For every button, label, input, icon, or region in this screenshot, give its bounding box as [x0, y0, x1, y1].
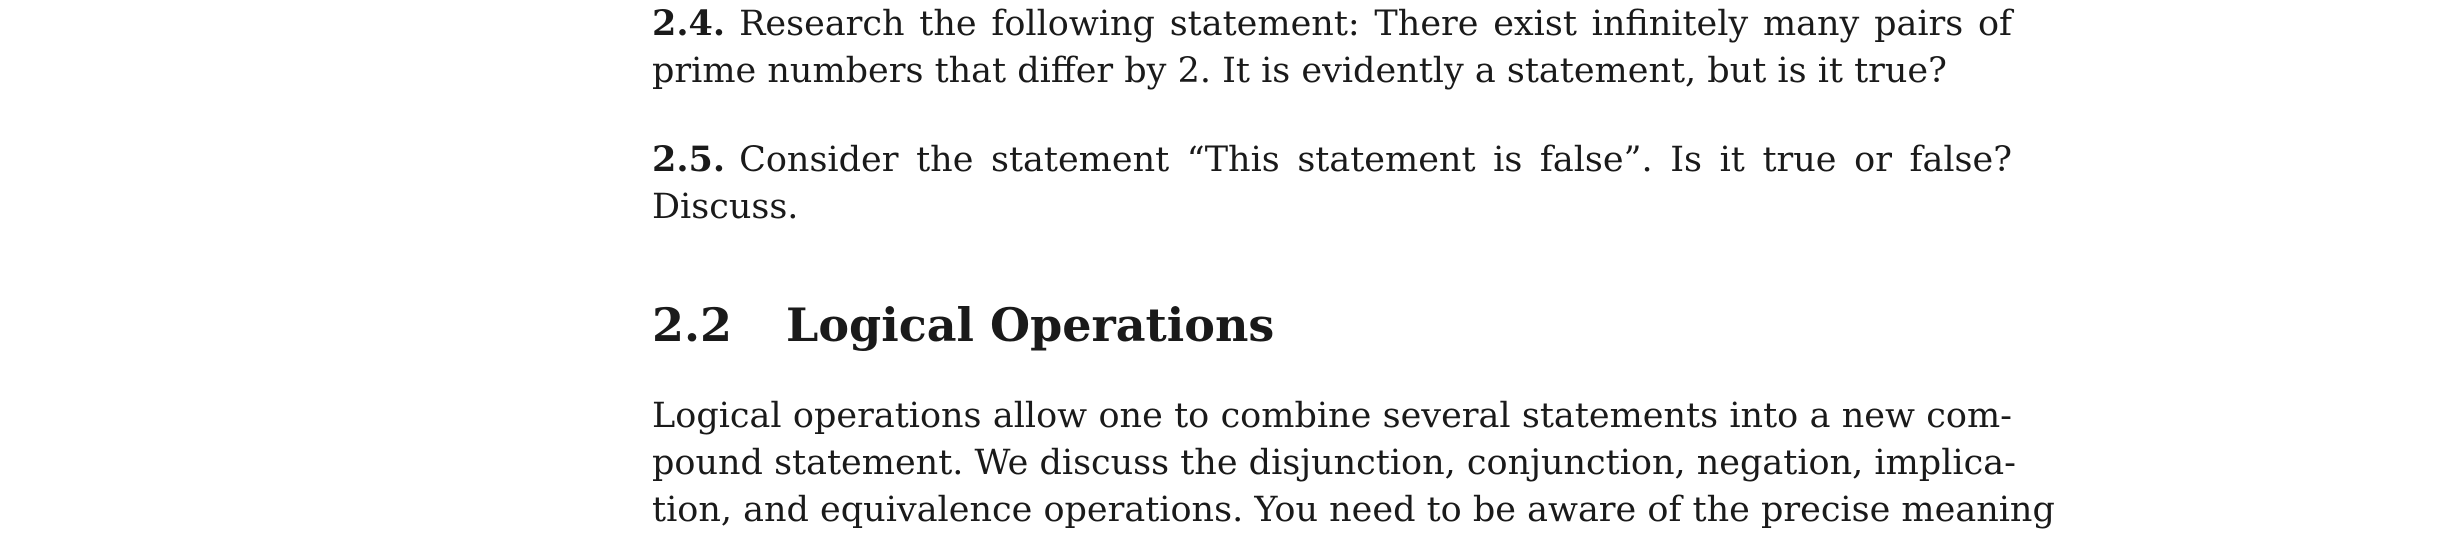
exercise-number: 2.5. — [652, 139, 726, 180]
exercise-text: Consider the statement “This statement i… — [652, 140, 2012, 227]
exercise-text: Research the following statement: There … — [652, 4, 2012, 91]
exercise-2-5: 2.5. Consider the statement “This stateme… — [652, 136, 2012, 231]
body-line: pound statement. We discuss the disjunct… — [652, 443, 2016, 483]
body-line: Logical operations allow one to combine … — [652, 396, 2012, 436]
section-title: Logical Operations — [786, 298, 1275, 352]
exercise-number: 2.4. — [652, 3, 726, 44]
body-paragraph: Logical operations allow one to combine … — [652, 393, 2055, 534]
body-line: tion, and equivalence operations. You ne… — [652, 490, 2055, 530]
section-number: 2.2 — [652, 298, 733, 352]
exercise-2-4: 2.4. Research the following statement: Th… — [652, 0, 2012, 95]
section-heading: 2.2 Logical Operations — [652, 295, 1274, 355]
